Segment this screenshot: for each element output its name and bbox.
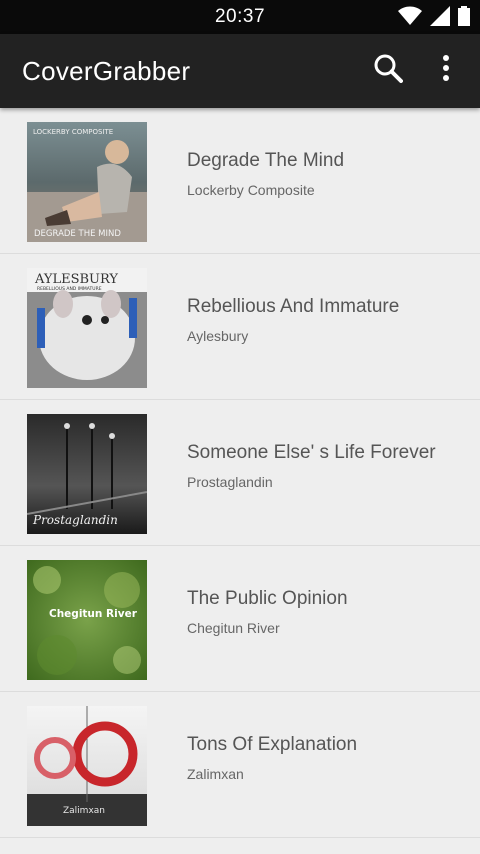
album-cover-image: Zalimxan (27, 706, 147, 826)
album-meta: Tons Of Explanation Zalimxan (187, 734, 357, 782)
list-item[interactable]: LOCKERBY COMPOSITE DEGRADE THE MIND Degr… (0, 108, 480, 254)
album-artist: Prostaglandin (187, 474, 273, 490)
search-button[interactable] (370, 52, 406, 88)
album-cover-image: Prostaglandin (27, 414, 147, 534)
app-actions (370, 52, 464, 88)
album-list: LOCKERBY COMPOSITE DEGRADE THE MIND Degr… (0, 108, 480, 838)
album-artist: Chegitun River (187, 620, 280, 636)
overflow-menu-button[interactable] (428, 52, 464, 88)
list-item[interactable]: Chegitun River The Public Opinion Chegit… (0, 546, 480, 692)
album-cover-image: LOCKERBY COMPOSITE DEGRADE THE MIND (27, 122, 147, 242)
list-item[interactable]: AYLESBURY REBELLIOUS AND IMMATURE Rebell… (0, 254, 480, 400)
app-title: CoverGrabber (22, 55, 191, 86)
more-vert-icon (442, 54, 450, 86)
battery-icon (458, 6, 470, 31)
cover-sub-text: REBELLIOUS AND IMMATURE (37, 286, 102, 292)
album-artist: Zalimxan (187, 766, 244, 782)
album-meta: Rebellious And Immature Aylesbury (187, 296, 399, 344)
album-title: The Public Opinion (187, 588, 348, 609)
cover-title-text: Prostaglandin (32, 513, 118, 527)
search-icon (373, 53, 403, 88)
album-title: Degrade The Mind (187, 150, 345, 171)
album-meta: Someone Else' s Life Forever Prostagland… (187, 442, 436, 490)
album-meta: The Public Opinion Chegitun River (187, 588, 348, 636)
cover-title-text: AYLESBURY (34, 272, 118, 287)
album-title: Tons Of Explanation (187, 734, 358, 755)
status-bar: 20:37 (0, 0, 480, 34)
album-cover-image: AYLESBURY REBELLIOUS AND IMMATURE (27, 268, 147, 388)
album-cover-image: Chegitun River (27, 560, 147, 680)
cover-title-text: Chegitun River (49, 608, 138, 620)
album-meta: Degrade The Mind Lockerby Composite (187, 150, 344, 198)
album-artist: Lockerby Composite (187, 182, 315, 198)
list-item[interactable]: Prostaglandin Someone Else' s Life Forev… (0, 400, 480, 546)
album-title: Someone Else' s Life Forever (187, 442, 436, 463)
app-bar: CoverGrabber (0, 34, 480, 108)
status-icons (398, 6, 470, 31)
cover-title-text: Zalimxan (63, 806, 105, 816)
cover-top-text: LOCKERBY COMPOSITE (33, 128, 113, 136)
cover-title-text: DEGRADE THE MIND (34, 229, 121, 239)
album-artist: Aylesbury (187, 328, 249, 344)
album-title: Rebellious And Immature (187, 296, 400, 317)
signal-icon (430, 6, 450, 31)
wifi-icon (398, 6, 422, 31)
list-item[interactable]: Zalimxan Tons Of Explanation Zalimxan (0, 692, 480, 838)
